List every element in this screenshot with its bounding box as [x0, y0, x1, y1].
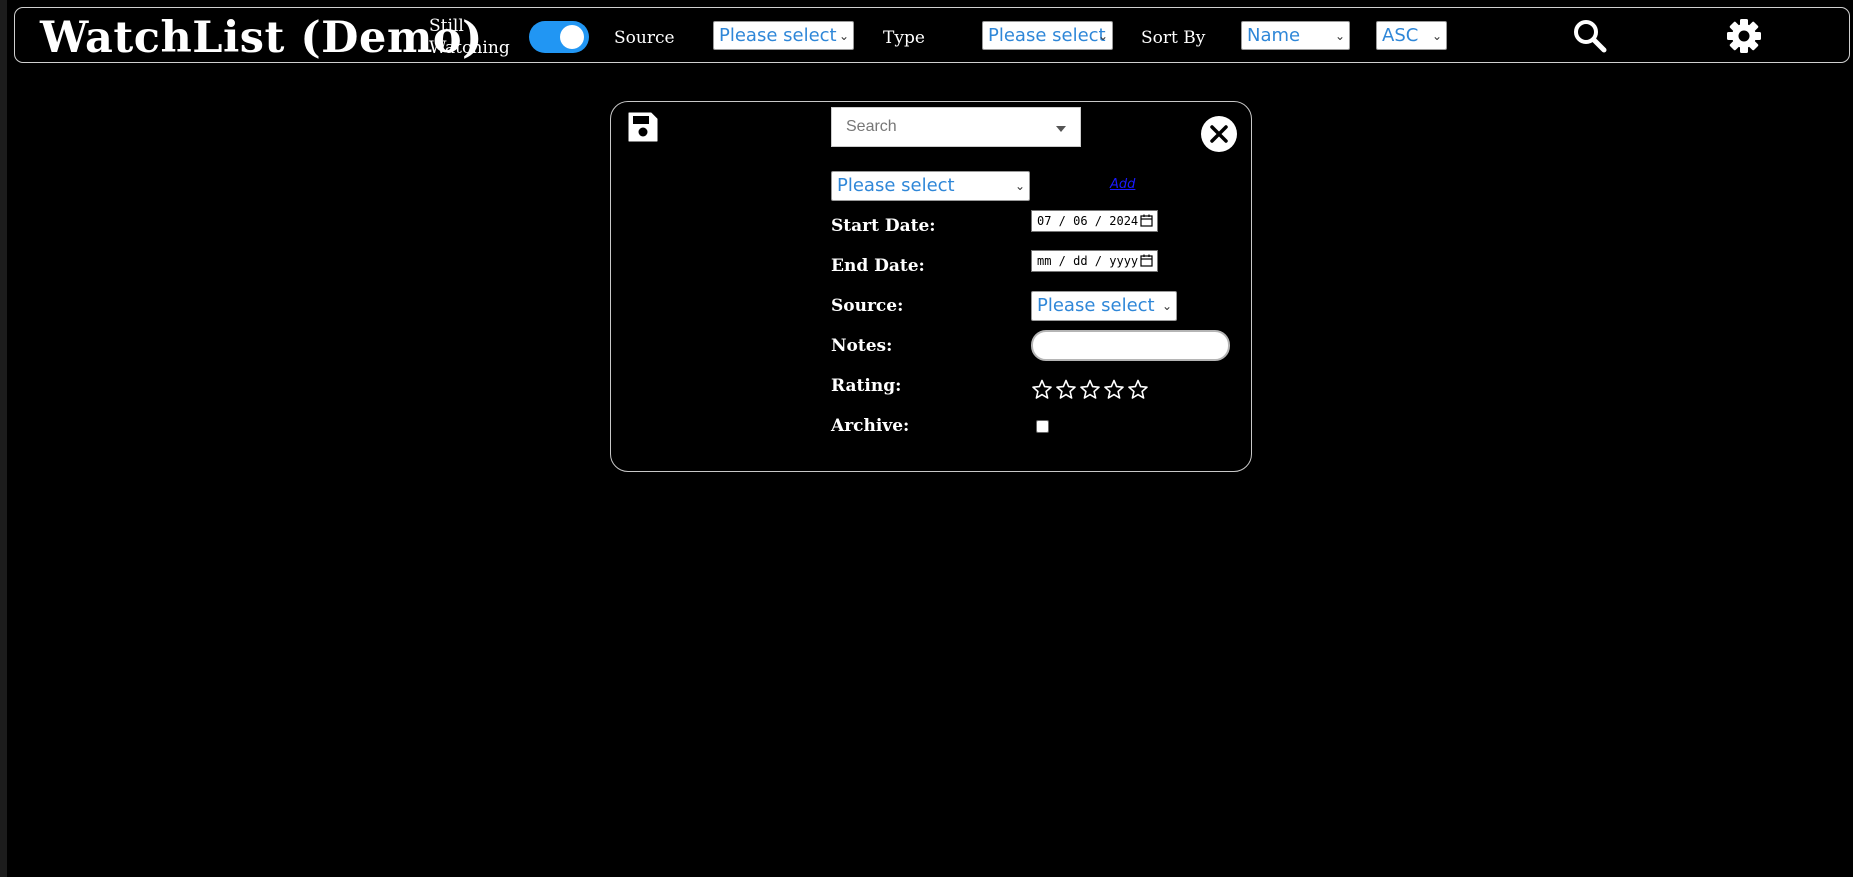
star-icon[interactable]: [1128, 379, 1148, 401]
end-date-value: mm / dd / yyyy: [1037, 254, 1139, 268]
start-date-input[interactable]: 07 / 06 / 2024: [1031, 210, 1158, 232]
sort-order-select[interactable]: ASC ⌄: [1376, 21, 1447, 50]
source-select[interactable]: Please select ⌄: [1031, 291, 1177, 321]
start-date-label: Start Date:: [831, 216, 936, 236]
sort-order-value: ASC: [1382, 25, 1419, 46]
source-value: Please select: [1037, 295, 1155, 316]
star-icon[interactable]: [1056, 379, 1076, 401]
end-date-label: End Date:: [831, 256, 925, 276]
still-watching-label: Still Watching: [429, 16, 510, 58]
archive-checkbox[interactable]: [1036, 420, 1049, 433]
rating-stars: [1032, 379, 1152, 403]
type-filter-label: Type: [883, 28, 925, 48]
title-type-select[interactable]: Please select ⌄: [831, 171, 1030, 201]
close-button[interactable]: [1201, 116, 1237, 152]
source-label: Source:: [831, 296, 904, 316]
source-filter-value: Please select: [719, 25, 837, 46]
notes-label: Notes:: [831, 336, 893, 356]
still-watching-toggle[interactable]: [529, 21, 589, 53]
search-button[interactable]: [1572, 18, 1608, 54]
type-filter-value: Please select: [988, 25, 1106, 46]
add-watch-item-panel: Please select ⌄ Add Start Date: 07 / 06 …: [610, 101, 1252, 472]
caret-down-icon: [1056, 126, 1066, 132]
top-navigation-bar: WatchList (Demo) Still Watching Source P…: [14, 7, 1850, 63]
type-filter-select[interactable]: Please select ⌄: [982, 21, 1113, 50]
chevron-down-icon: ⌄: [1097, 29, 1108, 43]
title-type-value: Please select: [837, 175, 955, 196]
notes-input[interactable]: [1031, 330, 1230, 361]
star-icon[interactable]: [1104, 379, 1124, 401]
title-search-combobox[interactable]: [831, 107, 1081, 147]
title-search-input[interactable]: [844, 108, 1048, 146]
search-icon: [1574, 20, 1607, 53]
sort-by-label: Sort By: [1141, 28, 1206, 48]
end-date-input[interactable]: mm / dd / yyyy: [1031, 250, 1158, 272]
sort-by-value: Name: [1247, 25, 1301, 46]
close-icon: [1210, 125, 1228, 143]
archive-label: Archive:: [831, 416, 910, 436]
star-icon[interactable]: [1032, 379, 1052, 401]
chevron-down-icon: ⌄: [1334, 29, 1345, 43]
chevron-down-icon: ⌄: [1431, 29, 1442, 43]
rating-label: Rating:: [831, 376, 902, 396]
source-filter-select[interactable]: Please select ⌄: [713, 21, 854, 50]
sort-by-select[interactable]: Name ⌄: [1241, 21, 1350, 50]
window-edge: [0, 0, 7, 880]
chevron-down-icon: ⌄: [838, 29, 849, 43]
gear-icon: [1727, 19, 1761, 53]
toggle-knob: [560, 25, 584, 49]
save-button[interactable]: [626, 110, 660, 144]
calendar-icon: [1140, 254, 1153, 267]
app-title: WatchList (Demo): [40, 13, 483, 63]
floppy-disk-icon: [628, 112, 658, 142]
calendar-icon: [1140, 214, 1153, 227]
start-date-value: 07 / 06 / 2024: [1037, 214, 1139, 228]
chevron-down-icon: ⌄: [1161, 299, 1172, 313]
settings-button[interactable]: [1725, 17, 1763, 55]
star-icon[interactable]: [1080, 379, 1100, 401]
chevron-down-icon: ⌄: [1014, 179, 1025, 193]
add-link[interactable]: Add: [1110, 177, 1135, 192]
source-filter-label: Source: [614, 28, 675, 48]
